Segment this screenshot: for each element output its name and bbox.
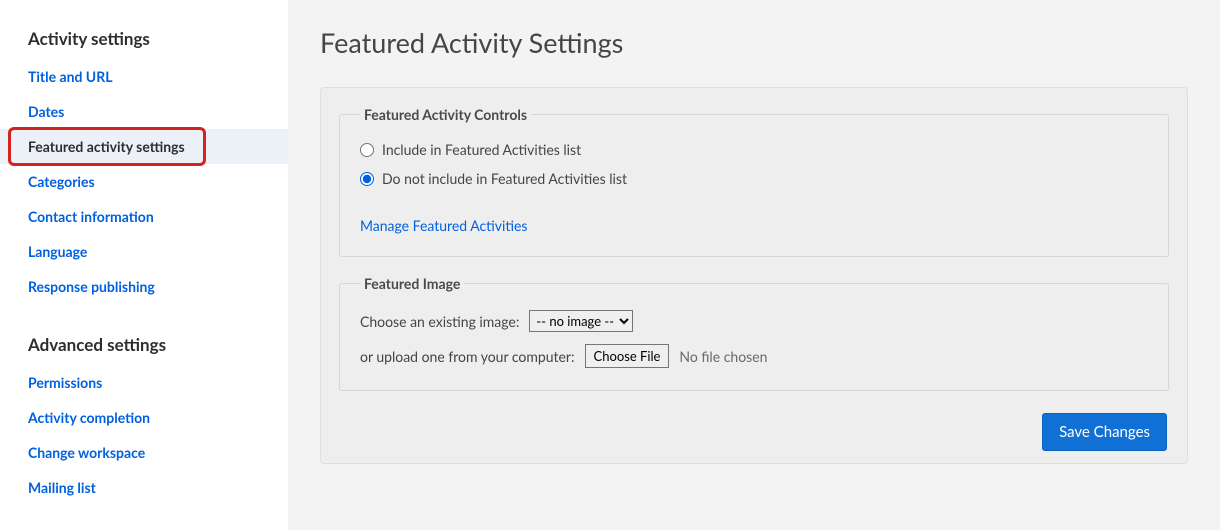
or-upload-label: or upload one from your computer:	[360, 348, 575, 365]
exclude-radio[interactable]	[360, 172, 374, 186]
sidebar-item-featured-activity[interactable]: Featured activity settings	[0, 129, 288, 164]
featured-controls-group: Featured Activity Controls Include in Fe…	[339, 106, 1169, 257]
sidebar-item-categories[interactable]: Categories	[0, 164, 288, 199]
sidebar-heading-advanced: Advanced settings	[0, 304, 288, 365]
include-option-row[interactable]: Include in Featured Activities list	[360, 141, 1148, 158]
featured-controls-legend: Featured Activity Controls	[360, 106, 531, 123]
main-content: Featured Activity Settings Featured Acti…	[288, 0, 1220, 530]
manage-featured-link[interactable]: Manage Featured Activities	[360, 217, 527, 234]
sidebar-activity-nav: Title and URL Dates Featured activity se…	[0, 59, 288, 304]
save-changes-button[interactable]: Save Changes	[1042, 413, 1167, 451]
choose-file-button[interactable]: Choose File	[585, 344, 670, 368]
sidebar-item-language[interactable]: Language	[0, 234, 288, 269]
featured-image-legend: Featured Image	[360, 275, 464, 292]
exclude-option-row[interactable]: Do not include in Featured Activities li…	[360, 170, 1148, 187]
sidebar-item-mailing-list[interactable]: Mailing list	[0, 470, 288, 505]
sidebar-item-dates[interactable]: Dates	[0, 94, 288, 129]
choose-existing-label: Choose an existing image:	[360, 313, 519, 330]
page-title: Featured Activity Settings	[320, 26, 1188, 59]
exclude-radio-label: Do not include in Featured Activities li…	[382, 170, 627, 187]
file-chosen-status: No file chosen	[679, 348, 767, 365]
save-row: Save Changes	[339, 413, 1169, 451]
sidebar-advanced-nav: Permissions Activity completion Change w…	[0, 365, 288, 505]
sidebar-item-change-workspace[interactable]: Change workspace	[0, 435, 288, 470]
existing-image-row: Choose an existing image: -- no image --	[360, 310, 1148, 332]
settings-panel: Featured Activity Controls Include in Fe…	[320, 87, 1188, 464]
sidebar-heading-activity: Activity settings	[0, 28, 288, 59]
sidebar-item-response-publishing[interactable]: Response publishing	[0, 269, 288, 304]
sidebar-item-activity-completion[interactable]: Activity completion	[0, 400, 288, 435]
upload-image-row: or upload one from your computer: Choose…	[360, 344, 1148, 368]
settings-sidebar: Activity settings Title and URL Dates Fe…	[0, 0, 288, 530]
include-radio-label: Include in Featured Activities list	[382, 141, 581, 158]
sidebar-item-contact-info[interactable]: Contact information	[0, 199, 288, 234]
sidebar-item-permissions[interactable]: Permissions	[0, 365, 288, 400]
sidebar-item-title-url[interactable]: Title and URL	[0, 59, 288, 94]
existing-image-select[interactable]: -- no image --	[529, 310, 633, 332]
include-radio[interactable]	[360, 143, 374, 157]
featured-image-group: Featured Image Choose an existing image:…	[339, 275, 1169, 391]
